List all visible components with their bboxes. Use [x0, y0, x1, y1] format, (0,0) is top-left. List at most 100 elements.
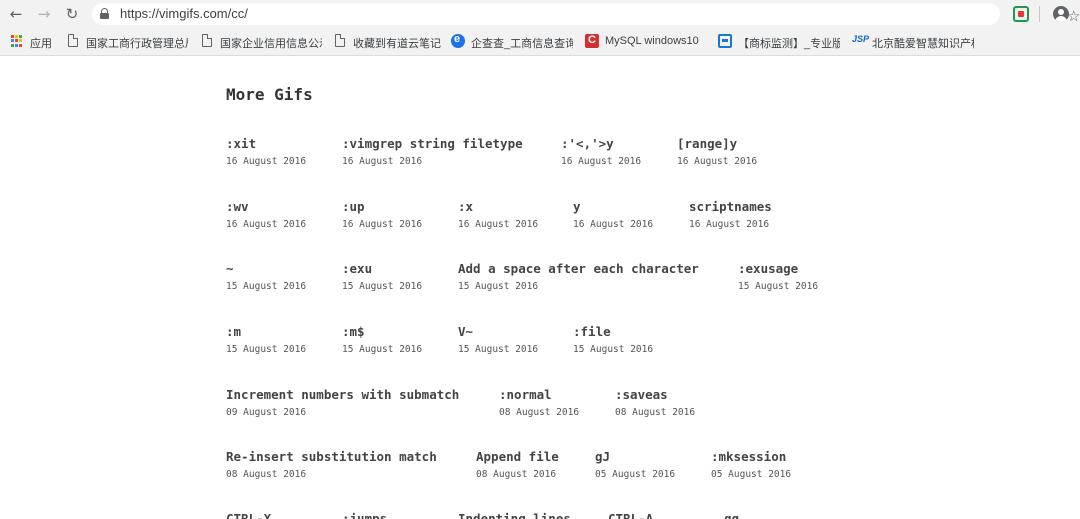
post-date: 15 August 2016 — [573, 344, 654, 355]
post-title-link[interactable]: gJ — [595, 449, 675, 464]
post-title-link[interactable]: :up — [342, 199, 422, 214]
post-date: 08 August 2016 — [226, 469, 307, 480]
post-title-link[interactable]: :'<,'>y — [561, 136, 641, 151]
post-item: ~ 15 August 2016 — [226, 261, 306, 292]
trademark-icon — [718, 34, 732, 48]
post-item: Append file 08 August 2016 — [476, 449, 559, 480]
post-title-link[interactable]: Increment numbers with submatch — [226, 387, 459, 402]
post-item: Increment numbers with submatch 09 Augus… — [226, 387, 459, 418]
post-date: 15 August 2016 — [738, 281, 819, 292]
post-date: 05 August 2016 — [595, 469, 676, 480]
post-date: 16 August 2016 — [677, 156, 758, 167]
post-title-link[interactable]: :file — [573, 324, 653, 339]
reload-icon[interactable]: ↻ — [62, 4, 82, 24]
post-item: gJ 05 August 2016 — [595, 449, 675, 480]
post-item: Re-insert substitution match 08 August 2… — [226, 449, 437, 480]
bookmark-mysql[interactable]: MySQL windows10 — [585, 34, 703, 50]
post-date: 08 August 2016 — [476, 469, 557, 480]
post-date: 16 August 2016 — [226, 156, 307, 167]
post-item: :file 15 August 2016 — [573, 324, 653, 355]
page-icon — [202, 34, 212, 47]
post-title-link[interactable]: V~ — [458, 324, 538, 339]
post-date: 16 August 2016 — [689, 219, 770, 230]
post-title-link[interactable]: :saveas — [615, 387, 695, 402]
post-title-link[interactable]: Add a space after each character — [458, 261, 699, 276]
post-item: :vimgrep string filetype 16 August 2016 — [342, 136, 523, 167]
post-date: 08 August 2016 — [499, 407, 580, 418]
post-item: :xit 16 August 2016 — [226, 136, 306, 167]
address-bar[interactable]: https://vimgifs.com/cc/ ☆ — [92, 3, 1080, 25]
post-title-link[interactable]: :vimgrep string filetype — [342, 136, 523, 151]
post-item: :'<,'>y 16 August 2016 — [561, 136, 641, 167]
post-date: 16 August 2016 — [458, 219, 539, 230]
post-title-link[interactable]: :jumps — [342, 511, 387, 519]
bookmark-label: 企查查_工商信息查询 — [471, 38, 573, 50]
post-title-link[interactable]: CTRL-A — [608, 511, 653, 519]
bookmark-label: 北京酷爱智慧知识产权 — [872, 38, 974, 50]
post-date: 16 August 2016 — [561, 156, 642, 167]
extension-icon[interactable] — [1013, 6, 1029, 22]
bookmark-apps[interactable]: 应用 — [10, 34, 62, 50]
post-title-link[interactable]: :wv — [226, 199, 306, 214]
lock-icon — [100, 8, 109, 19]
post-item: scriptnames 16 August 2016 — [689, 199, 772, 230]
bookmark-youdao-note[interactable]: 收藏到有道云笔记 — [333, 34, 443, 50]
post-title-link[interactable]: :m$ — [342, 324, 422, 339]
bookmark-kuai-ip[interactable]: JSP 北京酷爱智慧知识产权 — [852, 34, 974, 50]
post-item: :normal 08 August 2016 — [499, 387, 579, 418]
post-title-link[interactable]: scriptnames — [689, 199, 772, 214]
bookmark-saic[interactable]: 国家工商行政管理总局 — [66, 34, 188, 50]
forward-arrow-icon[interactable]: → — [34, 4, 54, 24]
post-date: 15 August 2016 — [458, 344, 539, 355]
post-title-link[interactable]: :normal — [499, 387, 579, 402]
post-date: 16 August 2016 — [573, 219, 654, 230]
bookmark-credit-info[interactable]: 国家企业信用信息公示 — [200, 34, 322, 50]
page-title: More Gifs — [226, 85, 313, 104]
mysql-icon — [585, 34, 599, 48]
bookmark-label: 应用 — [30, 38, 52, 50]
post-item: CTRL-X — [226, 511, 271, 519]
post-title-link[interactable]: :x — [458, 199, 538, 214]
post-title-link[interactable]: y — [573, 199, 653, 214]
post-title-link[interactable]: CTRL-X — [226, 511, 271, 519]
toolbar-divider — [1039, 6, 1040, 22]
post-title-link[interactable]: Append file — [476, 449, 559, 464]
post-title-link[interactable]: Indenting lines — [458, 511, 571, 519]
bookmark-trademark-monitor[interactable]: 【商标监测】_专业版 — [718, 34, 840, 50]
qichacha-icon — [451, 34, 465, 48]
post-item: Indenting lines — [458, 511, 571, 519]
post-title-link[interactable]: :xit — [226, 136, 306, 151]
post-title-link[interactable]: ~ — [226, 261, 306, 276]
post-date: 15 August 2016 — [342, 281, 423, 292]
post-item: gg — [724, 511, 739, 519]
apps-grid-icon — [10, 34, 24, 48]
post-item: :up 16 August 2016 — [342, 199, 422, 230]
post-item: :exu 15 August 2016 — [342, 261, 422, 292]
post-title-link[interactable]: :exu — [342, 261, 422, 276]
post-title-link[interactable]: [range]y — [677, 136, 757, 151]
back-arrow-icon[interactable]: ← — [6, 4, 26, 24]
post-title-link[interactable]: :m — [226, 324, 306, 339]
post-title-link[interactable]: :mksession — [711, 449, 791, 464]
bookmark-label: MySQL windows10 — [605, 35, 699, 47]
post-item: CTRL-A — [608, 511, 653, 519]
post-title-link[interactable]: Re-insert substitution match — [226, 449, 437, 464]
post-item: :jumps — [342, 511, 387, 519]
post-date: 15 August 2016 — [226, 281, 307, 292]
bookmarks-bar: 应用 国家工商行政管理总局 国家企业信用信息公示 收藏到有道云笔记 企查查_工商… — [0, 28, 1080, 56]
post-item: :mksession 05 August 2016 — [711, 449, 791, 480]
post-title-link[interactable]: :exusage — [738, 261, 818, 276]
bookmark-label: 收藏到有道云笔记 — [353, 38, 441, 50]
post-item: V~ 15 August 2016 — [458, 324, 538, 355]
profile-avatar-icon[interactable] — [1053, 6, 1069, 22]
post-date: 15 August 2016 — [458, 281, 539, 292]
bookmark-qichacha[interactable]: 企查查_工商信息查询 — [451, 34, 573, 50]
post-date: 08 August 2016 — [615, 407, 696, 418]
url-text[interactable]: https://vimgifs.com/cc/ — [120, 6, 248, 21]
post-date: 16 August 2016 — [342, 156, 423, 167]
post-date: 15 August 2016 — [226, 344, 307, 355]
post-item: :m$ 15 August 2016 — [342, 324, 422, 355]
browser-toolbar: ← → ↻ https://vimgifs.com/cc/ ☆ — [0, 0, 1080, 28]
post-title-link[interactable]: gg — [724, 511, 739, 519]
bookmark-star-icon[interactable]: ☆ — [1067, 7, 1080, 25]
